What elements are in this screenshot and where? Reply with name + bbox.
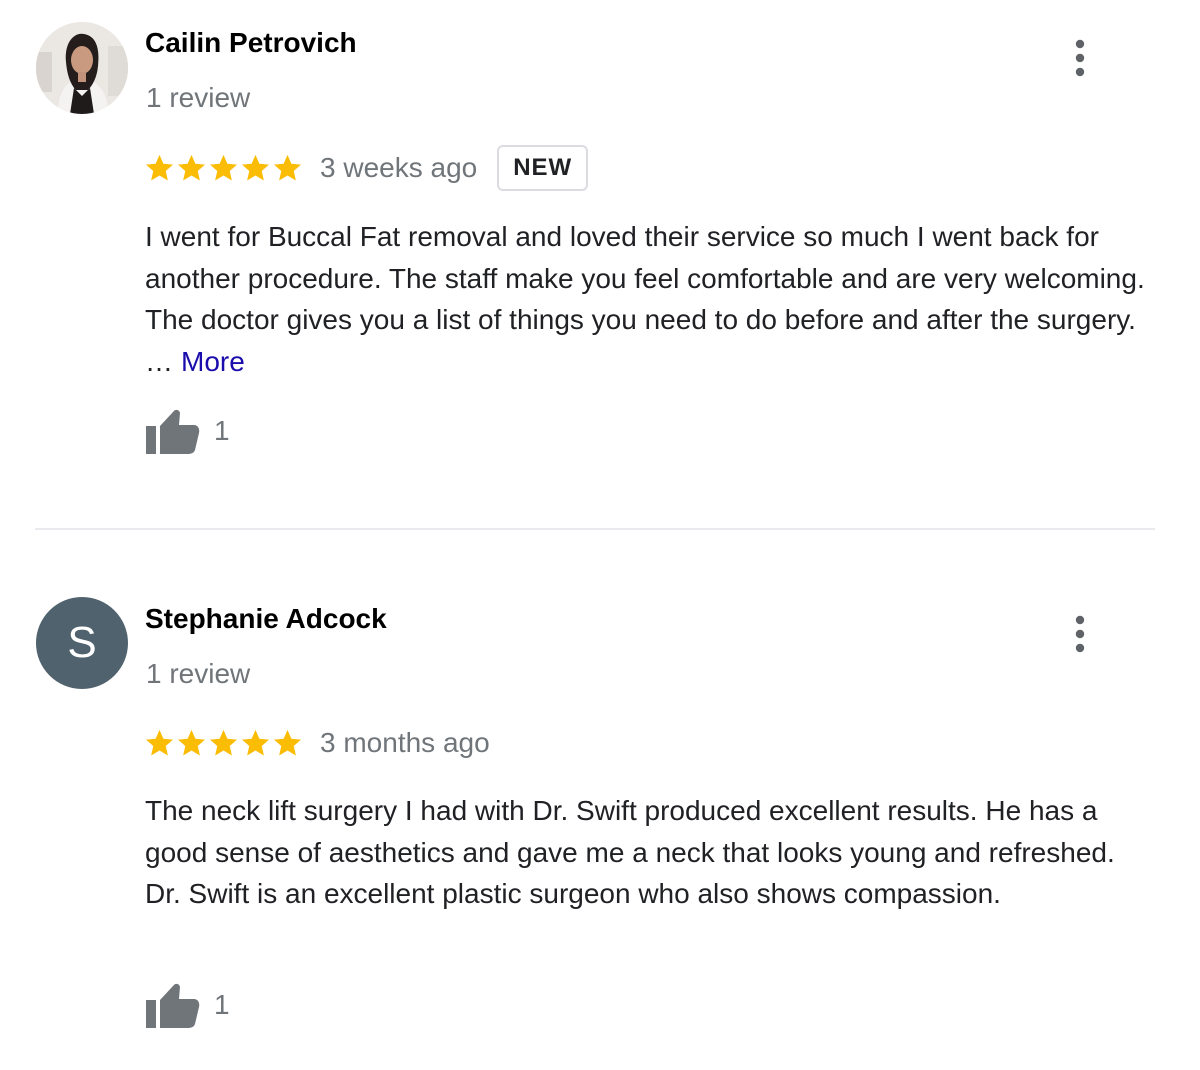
- star-icon: [274, 154, 301, 181]
- more-vertical-icon: [1075, 615, 1085, 653]
- star-icon: [178, 729, 205, 756]
- review-date: 3 weeks ago: [320, 152, 478, 183]
- review-text: The neck lift surgery I had with Dr. Swi…: [145, 795, 1115, 910]
- author-avatar-letter[interactable]: S: [36, 597, 128, 689]
- star-icon: [210, 729, 237, 756]
- more-vertical-icon: [1075, 39, 1085, 77]
- like-count: 1: [214, 989, 230, 1020]
- author-review-count: 1 review: [146, 658, 251, 689]
- more-options-button[interactable]: [1066, 614, 1094, 654]
- author-name[interactable]: Cailin Petrovich: [145, 27, 357, 59]
- star-icon: [178, 154, 205, 181]
- like-row: 1: [144, 406, 230, 456]
- review-text: I went for Buccal Fat removal and loved …: [145, 221, 1145, 336]
- star-icon: [146, 154, 173, 181]
- thumbs-up-icon[interactable]: [144, 406, 200, 456]
- rating-row: 3 months ago: [144, 723, 490, 763]
- star-rating: [144, 153, 303, 183]
- star-rating: [144, 728, 303, 758]
- new-badge: NEW: [497, 145, 589, 191]
- thumbs-up-icon[interactable]: [144, 980, 200, 1030]
- review-divider: [35, 528, 1155, 530]
- like-row: 1: [144, 980, 230, 1030]
- star-icon: [274, 729, 301, 756]
- review-text-block: I went for Buccal Fat removal and loved …: [145, 216, 1155, 383]
- author-avatar-photo[interactable]: [36, 22, 128, 114]
- star-icon: [146, 729, 173, 756]
- author-review-count: 1 review: [146, 82, 251, 113]
- person-photo-icon: [36, 22, 128, 114]
- more-link[interactable]: More: [181, 346, 245, 377]
- review-card: Cailin Petrovich 1 review 3 weeks ago NE…: [0, 0, 1200, 530]
- star-icon: [210, 154, 237, 181]
- review-date: 3 months ago: [320, 727, 490, 758]
- like-count: 1: [214, 415, 230, 446]
- rating-row: 3 weeks ago NEW: [144, 145, 589, 191]
- author-name[interactable]: Stephanie Adcock: [145, 603, 387, 635]
- review-card: S Stephanie Adcock 1 review 3 months ago…: [0, 532, 1200, 1070]
- more-options-button[interactable]: [1066, 38, 1094, 78]
- text-ellipsis: …: [145, 346, 173, 378]
- star-icon: [242, 154, 269, 181]
- star-icon: [242, 729, 269, 756]
